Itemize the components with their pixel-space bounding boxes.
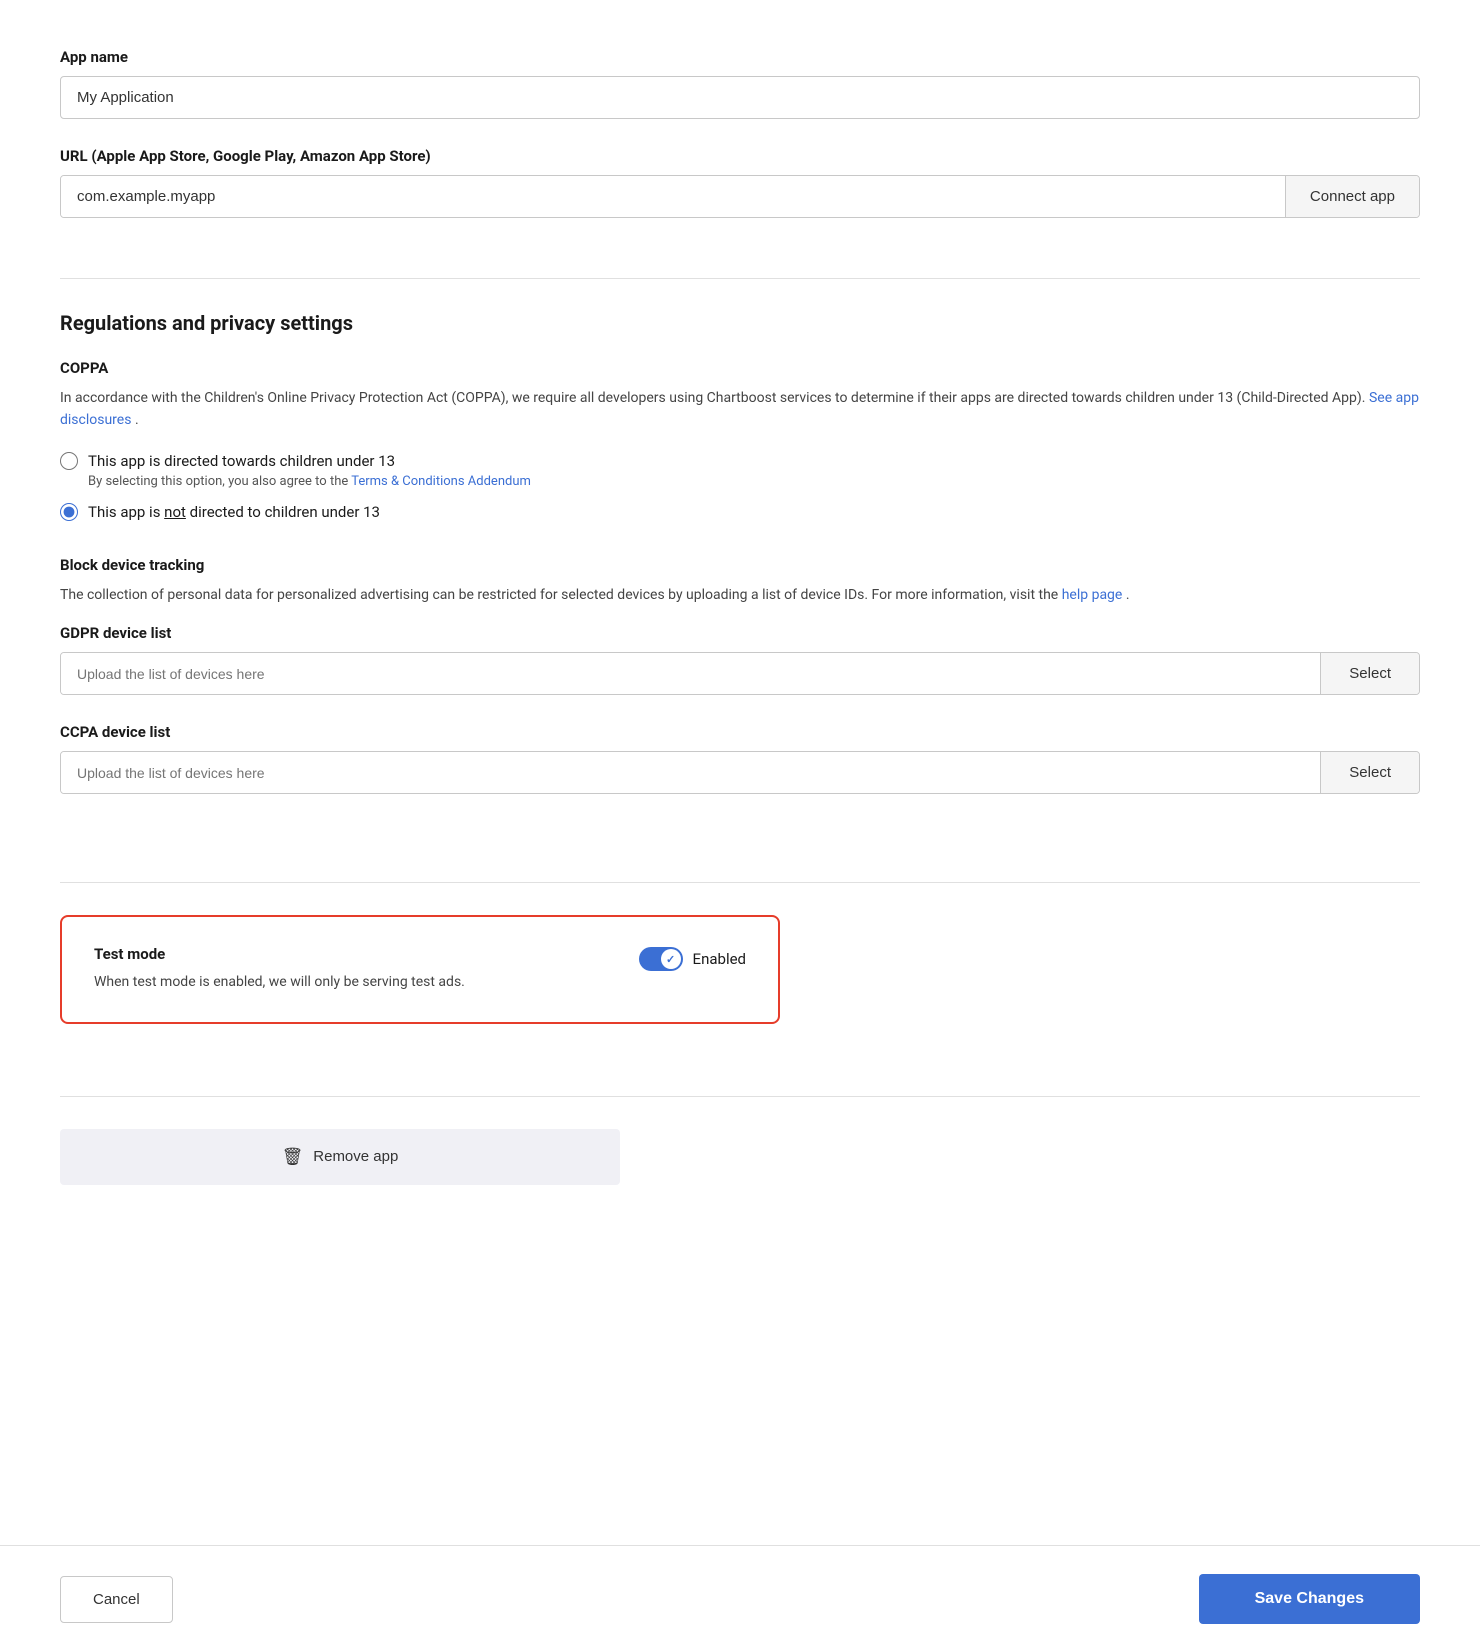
- block-tracking-title: Block device tracking: [60, 556, 1420, 574]
- coppa-not-directed-radio[interactable]: [60, 503, 78, 521]
- connect-app-button[interactable]: Connect app: [1285, 176, 1419, 217]
- coppa-option1: This app is directed towards children un…: [60, 450, 1420, 490]
- ccpa-select-button[interactable]: Select: [1320, 752, 1419, 793]
- gdpr-section: GDPR device list Select: [60, 624, 1420, 695]
- app-url-field-group: Connect app: [60, 175, 1420, 218]
- ccpa-section: CCPA device list Select: [60, 723, 1420, 794]
- remove-divider: [60, 1096, 1420, 1097]
- gdpr-select-button[interactable]: Select: [1320, 653, 1419, 694]
- app-url-label: URL (Apple App Store, Google Play, Amazo…: [60, 147, 1420, 165]
- cancel-button[interactable]: Cancel: [60, 1576, 173, 1623]
- help-page-link[interactable]: help page: [1062, 587, 1123, 603]
- coppa-description: In accordance with the Children's Online…: [60, 387, 1420, 432]
- coppa-title: COPPA: [60, 359, 1420, 377]
- test-mode-divider: [60, 882, 1420, 883]
- coppa-not-directed-label: This app is not directed to children und…: [88, 501, 380, 524]
- section-divider: [60, 278, 1420, 279]
- app-url-input[interactable]: [61, 176, 1285, 217]
- gdpr-input-row: Select: [60, 652, 1420, 695]
- test-mode-toggle[interactable]: ✓: [639, 947, 683, 971]
- coppa-directed-label: This app is directed towards children un…: [88, 450, 531, 473]
- app-name-input[interactable]: [60, 76, 1420, 119]
- block-tracking-section: Block device tracking The collection of …: [60, 556, 1420, 606]
- toggle-label: Enabled: [693, 950, 746, 968]
- terms-conditions-link[interactable]: Terms & Conditions Addendum: [351, 474, 531, 489]
- block-tracking-description: The collection of personal data for pers…: [60, 584, 1420, 606]
- coppa-radio-group: This app is directed towards children un…: [60, 450, 1420, 524]
- toggle-check-icon: ✓: [666, 953, 675, 966]
- trash-icon: 🗑: [282, 1147, 304, 1167]
- ccpa-device-input[interactable]: [61, 752, 1320, 793]
- coppa-option2: This app is not directed to children und…: [60, 501, 1420, 524]
- test-mode-toggle-area: ✓ Enabled: [639, 945, 746, 971]
- regulations-title: Regulations and privacy settings: [60, 311, 1420, 335]
- test-mode-box: Test mode When test mode is enabled, we …: [60, 915, 780, 1023]
- save-changes-button[interactable]: Save Changes: [1199, 1574, 1420, 1624]
- ccpa-label: CCPA device list: [60, 723, 1420, 741]
- test-mode-title: Test mode: [94, 945, 599, 963]
- toggle-thumb: ✓: [661, 949, 681, 969]
- app-name-label: App name: [60, 48, 1420, 66]
- gdpr-device-input[interactable]: [61, 653, 1320, 694]
- test-mode-content: Test mode When test mode is enabled, we …: [94, 945, 599, 993]
- coppa-section: COPPA In accordance with the Children's …: [60, 359, 1420, 524]
- test-mode-description: When test mode is enabled, we will only …: [94, 971, 599, 993]
- toggle-track: ✓: [639, 947, 683, 971]
- gdpr-label: GDPR device list: [60, 624, 1420, 642]
- remove-app-label: Remove app: [313, 1148, 398, 1165]
- coppa-directed-sublabel: By selecting this option, you also agree…: [88, 474, 531, 489]
- remove-app-button[interactable]: 🗑 Remove app: [60, 1129, 620, 1185]
- ccpa-input-row: Select: [60, 751, 1420, 794]
- coppa-directed-radio[interactable]: [60, 452, 78, 470]
- footer-bar: Cancel Save Changes: [0, 1545, 1480, 1652]
